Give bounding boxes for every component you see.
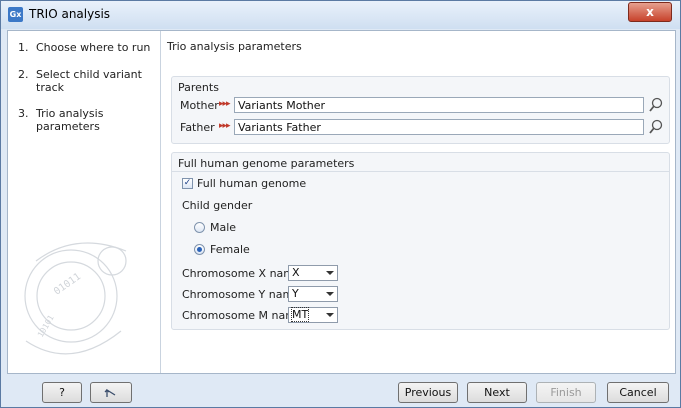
- title-bar: Gx TRIO analysis x: [1, 1, 680, 29]
- father-track-field[interactable]: Variants Father: [234, 119, 644, 135]
- wizard-steps-panel: 1. Choose where to run 2. Select child v…: [8, 31, 161, 373]
- finish-button[interactable]: Finish: [536, 382, 596, 403]
- genome-parameters-group: Full human genome parameters ✓ Full huma…: [171, 152, 670, 330]
- gender-male-label: Male: [210, 221, 237, 234]
- step-number: 2.: [18, 68, 29, 81]
- full-genome-checkbox[interactable]: ✓: [182, 178, 193, 189]
- chromosome-x-label: Chromosome X name: [182, 267, 301, 280]
- step-label: Choose where to run: [36, 41, 151, 54]
- chromosome-m-value: MT: [290, 307, 310, 322]
- gender-female-label: Female: [210, 243, 250, 256]
- track-picker-icon: ▸▸▸: [219, 99, 231, 109]
- reset-arrow-icon: [104, 388, 116, 397]
- gender-female-radio[interactable]: [194, 244, 205, 255]
- window-title: TRIO analysis: [29, 7, 111, 21]
- genome-group-title: Full human genome parameters: [178, 157, 355, 170]
- svg-text:01011: 01011: [52, 271, 83, 297]
- help-button[interactable]: ?: [42, 382, 82, 403]
- reset-button[interactable]: [90, 382, 132, 403]
- page-title: Trio analysis parameters: [167, 40, 302, 53]
- chromosome-m-select[interactable]: MT: [288, 307, 338, 323]
- chromosome-x-value: X: [292, 266, 300, 279]
- next-button[interactable]: Next: [467, 382, 527, 403]
- dialog-body: 1. Choose where to run 2. Select child v…: [7, 30, 676, 374]
- gender-male-radio[interactable]: [194, 222, 205, 233]
- dialog-window: Gx TRIO analysis x 1. Choose where to ru…: [0, 0, 681, 408]
- chevron-down-icon: [326, 271, 334, 275]
- father-label: Father: [180, 121, 215, 134]
- step-label: Trio analysis parameters: [36, 107, 104, 133]
- parameters-panel: Trio analysis parameters Parents Mother …: [163, 31, 675, 373]
- child-gender-label: Child gender: [182, 199, 253, 212]
- step-label: Select child variant track: [36, 68, 142, 94]
- decorative-swirl-logo: 01011 10101: [24, 242, 127, 355]
- chromosome-y-select[interactable]: Y: [288, 286, 338, 302]
- mother-track-field[interactable]: Variants Mother: [234, 97, 644, 113]
- app-icon: Gx: [8, 7, 23, 22]
- cancel-button[interactable]: Cancel: [607, 382, 669, 403]
- previous-button[interactable]: Previous: [398, 382, 458, 403]
- parents-group-title: Parents: [178, 81, 219, 94]
- browse-icon[interactable]: [648, 119, 664, 135]
- step-number: 3.: [18, 107, 29, 120]
- chromosome-x-select[interactable]: X: [288, 265, 338, 281]
- chromosome-y-label: Chromosome Y name: [182, 288, 300, 301]
- close-button[interactable]: x: [628, 2, 672, 22]
- svg-text:10101: 10101: [36, 313, 56, 339]
- step-number: 1.: [18, 41, 29, 54]
- chevron-down-icon: [326, 313, 334, 317]
- full-genome-label: Full human genome: [197, 177, 307, 190]
- chromosome-m-label: Chromosome M name: [182, 309, 303, 322]
- mother-label: Mother: [180, 99, 219, 112]
- chevron-down-icon: [326, 292, 334, 296]
- browse-icon[interactable]: [648, 97, 664, 113]
- chromosome-y-value: Y: [292, 287, 299, 300]
- track-picker-icon: ▸▸▸: [219, 121, 231, 131]
- parents-group: Parents Mother ▸▸▸ Variants Mother Fathe…: [171, 76, 670, 144]
- group-divider: [172, 171, 669, 172]
